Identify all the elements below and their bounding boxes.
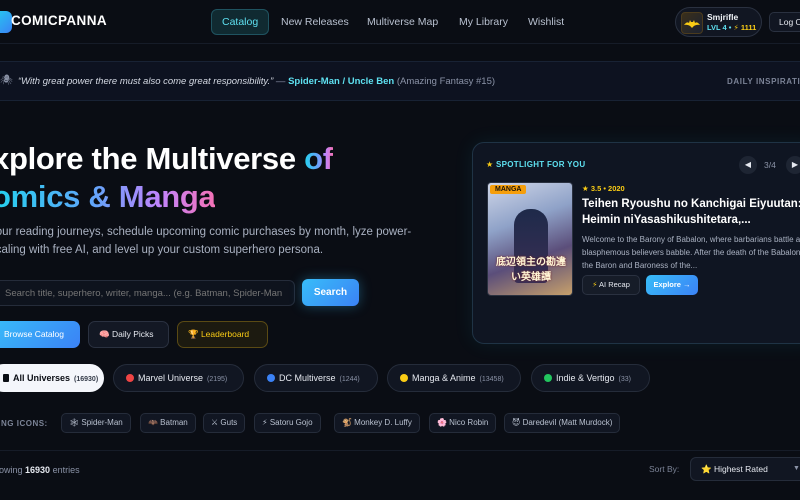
- filter-count: (33): [618, 376, 631, 383]
- user-points: ⚡ 1111: [733, 23, 757, 32]
- spotlight-counter: 3/4: [764, 160, 776, 170]
- quote-text: “With great power there must also come g…: [18, 76, 495, 87]
- star-icon: ★: [486, 160, 496, 169]
- trending-chip-guts[interactable]: ⚔ Guts: [203, 413, 246, 433]
- trending-chip-satoru-gojo[interactable]: ⚡ Satoru Gojo: [254, 413, 321, 433]
- leaderboard-button[interactable]: 🏆 Leaderboard: [177, 321, 268, 348]
- hero-title: xplore the Multiverse of omics & Manga: [0, 140, 333, 216]
- hero-title-line2: omics & Manga: [0, 179, 216, 214]
- trophy-icon: 🏆: [188, 329, 201, 339]
- cover-title-text: 底辺領主の勘違い英雄譚: [496, 257, 566, 283]
- hero-title-of: of: [304, 141, 333, 176]
- trending-chip-daredevil[interactable]: 😈 Daredevil (Matt Murdock): [504, 413, 621, 433]
- top-nav: COMICPANNA Catalog New Releases Multiver…: [0, 0, 800, 44]
- nav-link-catalog[interactable]: Catalog: [211, 9, 270, 35]
- spotlight-label: ★ SPOTLIGHT FOR YOU: [486, 160, 585, 169]
- user-profile-pill[interactable]: Smjrifle LVL 4 • ⚡ 1111: [675, 7, 762, 37]
- leaderboard-label: Leaderboard: [200, 329, 250, 339]
- user-level-text: LVL 4 •: [707, 23, 732, 32]
- results-count: howing 16930 entries: [0, 465, 80, 475]
- spotlight-rating-year: 3.5 • 2020: [590, 184, 625, 193]
- trending-chip-monkey-d-luffy[interactable]: 🐒 Monkey D. Luffy: [334, 413, 420, 433]
- user-name: Smjrifle: [707, 12, 739, 22]
- chevron-left-icon: ◀: [744, 160, 752, 169]
- avatar: [681, 12, 703, 34]
- results-prefix: howing: [0, 465, 23, 475]
- spotlight-title[interactable]: Teihen Ryoushu no Kanchigai Eiyuutan: He…: [582, 196, 800, 228]
- section-divider: [0, 450, 800, 451]
- nav-link-wishlist[interactable]: Wishlist: [518, 9, 574, 35]
- chevron-right-icon: ▶: [791, 160, 799, 169]
- green-dot-icon: [544, 374, 552, 382]
- filter-count: (16930): [74, 376, 99, 383]
- app-logo-text[interactable]: COMICPANNA: [11, 13, 107, 28]
- spotlight-card: ★ SPOTLIGHT FOR YOU ◀ 3/4 ▶ MANGA 底辺領主の勘…: [472, 142, 800, 344]
- user-level: LVL 4 • ⚡ 1111: [707, 23, 756, 32]
- spotlight-description: Welcome to the Barony of Babalon, where …: [582, 235, 800, 270]
- trending-chip-spider-man[interactable]: 🕸 Spider-Man: [61, 413, 131, 433]
- spotlight-label-text: SPOTLIGHT FOR YOU: [496, 160, 586, 169]
- quote-body: “With great power there must also come g…: [18, 76, 274, 87]
- filter-manga-anime[interactable]: Manga & Anime (13458): [387, 364, 521, 392]
- logout-button[interactable]: Log O: [769, 12, 800, 32]
- filter-all-universes[interactable]: All Universes (16930): [0, 364, 104, 392]
- quote-source: Spider-Man / Uncle Ben: [288, 76, 395, 87]
- yellow-dot-icon: [400, 374, 408, 382]
- filter-marvel-universe[interactable]: Marvel Universe (2195): [113, 364, 244, 392]
- trending-chip-nico-robin[interactable]: 🌸 Nico Robin: [429, 413, 497, 433]
- batman-avatar-icon: [684, 20, 700, 28]
- search-button[interactable]: Search: [302, 279, 359, 306]
- browse-catalog-label: Browse Catalog: [4, 329, 65, 339]
- results-number: 16930: [25, 465, 51, 475]
- spotlight-cover-image[interactable]: MANGA 底辺領主の勘違い英雄譚: [487, 182, 573, 296]
- lightning-icon: ⚡: [592, 280, 600, 289]
- filter-label: Marvel Universe: [138, 373, 204, 383]
- sort-select[interactable]: ⭐ Highest Rated ▼: [690, 457, 800, 481]
- spotlight-meta: ★ 3.5 • 2020: [582, 184, 625, 193]
- filter-count: (2195): [207, 376, 228, 383]
- results-suffix: entries: [50, 465, 80, 475]
- nav-link-my-library[interactable]: My Library: [449, 9, 518, 35]
- rating-star-icon: ★: [582, 184, 591, 193]
- daily-inspiration-label: DAILY INSPIRATION: [727, 77, 800, 86]
- spotlight-next-button[interactable]: ▶: [786, 156, 800, 174]
- ai-recap-button[interactable]: ⚡ AI Recap: [582, 275, 640, 295]
- daily-picks-label: Daily Picks: [111, 329, 154, 339]
- daily-quote-bar: 🕷 “With great power there must also come…: [0, 61, 800, 101]
- blue-dot-icon: [267, 374, 275, 382]
- daily-picks-button[interactable]: 🧠 Daily Picks: [88, 321, 169, 348]
- spider-icon: 🕷: [0, 75, 13, 86]
- filter-label: DC Multiverse: [279, 373, 336, 383]
- trending-chip-batman[interactable]: 🦇 Batman: [140, 413, 196, 433]
- chevron-down-icon: ▼: [793, 465, 800, 472]
- hero-description: your reading journeys, schedule upcoming…: [0, 226, 412, 256]
- filter-label: Manga & Anime: [412, 373, 476, 383]
- manga-badge: MANGA: [490, 185, 527, 194]
- quote-reference: (Amazing Fantasy #15): [394, 76, 496, 87]
- filter-indie-vertigo[interactable]: Indie & Vertigo (33): [531, 364, 650, 392]
- search-input[interactable]: [0, 280, 295, 306]
- all-universes-icon: [3, 374, 9, 382]
- sort-value: ⭐ Highest Rated: [701, 464, 768, 474]
- filter-count: (1244): [339, 376, 360, 383]
- hero-title-line1: xplore the Multiverse: [0, 141, 305, 176]
- filter-count: (13458): [479, 376, 504, 383]
- nav-link-new-releases[interactable]: New Releases: [271, 9, 359, 35]
- red-dot-icon: [126, 374, 134, 382]
- filter-label: All Universes: [13, 373, 71, 383]
- browse-catalog-button[interactable]: Browse Catalog: [0, 321, 80, 348]
- spotlight-prev-button[interactable]: ◀: [739, 156, 757, 174]
- explore-button[interactable]: Explore →: [646, 275, 698, 295]
- trending-icons-label: DING ICONS:: [0, 419, 48, 428]
- brain-icon: 🧠: [99, 329, 112, 339]
- filter-label: Indie & Vertigo: [556, 373, 615, 383]
- ai-recap-label: AI Recap: [599, 280, 630, 289]
- quote-dash: —: [273, 76, 289, 87]
- nav-link-multiverse-map[interactable]: Multiverse Map: [357, 9, 448, 35]
- sort-by-label: Sort By:: [649, 464, 680, 474]
- filter-dc-multiverse[interactable]: DC Multiverse (1244): [254, 364, 378, 392]
